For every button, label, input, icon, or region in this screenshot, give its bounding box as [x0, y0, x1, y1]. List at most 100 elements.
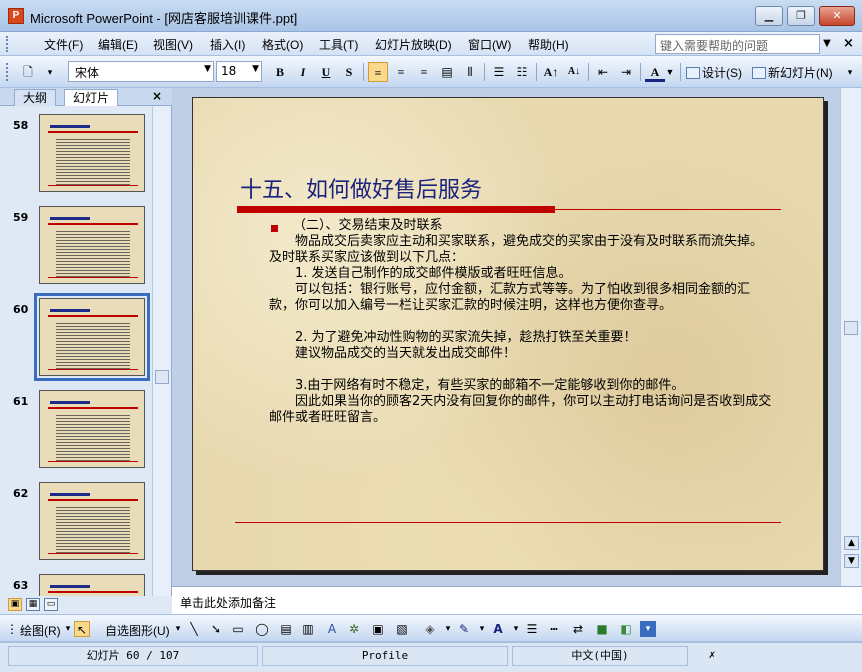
thumbnail-scrollbar[interactable] — [152, 106, 171, 614]
menu-file[interactable]: 文件(F) — [44, 36, 83, 53]
close-document-button[interactable]: × — [843, 36, 854, 51]
slide-body-text[interactable]: （二）、交易结束及时联系 物品成交后卖家应主动和买家联系，避免成交的买家由于没有… — [269, 218, 774, 426]
menu-insert[interactable]: 插入(I) — [210, 36, 245, 53]
next-slide-icon[interactable]: ▼ — [844, 554, 859, 568]
tab-outline[interactable]: 大纲 — [14, 89, 57, 106]
textbox-icon[interactable]: ▤ — [278, 621, 294, 637]
slide-thumbnail[interactable] — [39, 482, 145, 560]
decrease-font-icon[interactable]: A↓ — [564, 62, 584, 82]
italic-button[interactable]: I — [293, 62, 313, 82]
chevron-down-icon[interactable]: ▾ — [170, 621, 186, 637]
view-buttons: ▣ ▦ ▭ — [0, 596, 172, 614]
bullets-icon[interactable]: ☷ — [512, 62, 532, 82]
slide-number: 59 — [13, 211, 29, 224]
slide-sorter-icon[interactable]: ▦ — [26, 598, 40, 611]
slide-thumbnail[interactable] — [39, 114, 145, 192]
slide-title[interactable]: 十五、如何做好售后服务 — [240, 172, 482, 204]
menu-slideshow[interactable]: 幻灯片放映(D) — [375, 36, 452, 53]
design-label: 设计(S) — [702, 66, 742, 80]
autoshapes-button[interactable]: 自选图形(U) — [105, 622, 170, 639]
draw-menu-button[interactable]: 绘图(R) — [20, 622, 61, 639]
align-center-icon[interactable]: ≡ — [391, 62, 411, 82]
font-size-select[interactable]: 18 ▼ — [216, 61, 262, 82]
menu-format[interactable]: 格式(O) — [262, 36, 303, 53]
current-slide[interactable]: 十五、如何做好售后服务 （二）、交易结束及时联系 物品成交后卖家应主动和买家联系… — [192, 97, 824, 571]
vertical-text-icon[interactable]: ⫴ — [460, 62, 480, 82]
line-style-icon[interactable]: ☰ — [524, 621, 540, 637]
align-left-icon[interactable]: ≡ — [368, 62, 388, 82]
menu-grip[interactable] — [6, 36, 10, 52]
diagram-icon[interactable]: ✲ — [346, 621, 362, 637]
align-right-icon[interactable]: ≡ — [414, 62, 434, 82]
menu-tools[interactable]: 工具(T) — [319, 36, 358, 53]
minimize-button[interactable]: ▁ — [755, 6, 783, 26]
restore-button[interactable]: ❐ — [787, 6, 815, 26]
3d-style-icon[interactable]: ◧ — [618, 621, 634, 637]
menu-window[interactable]: 窗口(W) — [468, 36, 511, 53]
shadow-button[interactable]: S — [339, 62, 359, 82]
slide-number: 58 — [13, 119, 29, 132]
underline-button[interactable]: U — [316, 62, 336, 82]
increase-font-icon[interactable]: A↑ — [541, 62, 561, 82]
bold-button[interactable]: B — [270, 62, 290, 82]
scrollbar-thumb[interactable] — [844, 321, 858, 335]
slide-thumbnail[interactable] — [39, 206, 145, 284]
chevron-down-icon[interactable]: ▾ — [508, 621, 524, 637]
font-name-select[interactable]: 宋体 ▼ — [68, 61, 214, 82]
toolbar-options-icon[interactable]: ▾ — [640, 621, 656, 637]
toolbar-grip[interactable]: ⋮ — [4, 621, 20, 637]
new-document-icon[interactable]: 🗋 — [18, 62, 38, 82]
design-template-name: Profile — [262, 646, 508, 666]
oval-icon[interactable]: ◯ — [254, 621, 270, 637]
line-color-icon[interactable]: ✎ — [456, 621, 472, 637]
tab-slides[interactable]: 幻灯片 — [64, 89, 119, 106]
decrease-indent-icon[interactable]: ⇤ — [593, 62, 613, 82]
toolbar-grip[interactable] — [6, 63, 10, 81]
clipart-icon[interactable]: ▣ — [370, 621, 386, 637]
slide-scrollbar[interactable]: ▲ ▼ — [840, 88, 861, 586]
numbering-icon[interactable]: ☰ — [489, 62, 509, 82]
wordart-icon[interactable]: A — [324, 621, 340, 637]
slide-paragraph: 2. 为了避免冲动性购物的买家流失掉，趁热打铁至关重要！ — [269, 330, 637, 345]
previous-slide-icon[interactable]: ▲ — [844, 536, 859, 550]
slide-number: 61 — [13, 395, 29, 408]
scrollbar-thumb[interactable] — [155, 370, 169, 384]
slide-thumbnail-selected[interactable] — [34, 293, 150, 381]
picture-icon[interactable]: ▧ — [394, 621, 410, 637]
arrow-style-icon[interactable]: ⇄ — [570, 621, 586, 637]
dash-style-icon[interactable]: ┅ — [546, 621, 562, 637]
spelling-status-icon[interactable]: ✗ — [692, 646, 732, 666]
arrow-icon[interactable]: ➘ — [208, 621, 224, 637]
design-button[interactable]: 设计(S) — [686, 64, 742, 81]
font-color-icon[interactable]: A — [490, 621, 506, 637]
justify-icon[interactable]: ▤ — [437, 62, 457, 82]
close-button[interactable]: ✕ — [819, 6, 855, 26]
vertical-textbox-icon[interactable]: ▥ — [300, 621, 316, 637]
pane-close-button[interactable]: × — [152, 89, 162, 103]
chevron-down-icon[interactable]: ▾ — [440, 621, 456, 637]
slideshow-icon[interactable]: ▭ — [44, 598, 58, 611]
menu-help[interactable]: 帮助(H) — [528, 36, 569, 53]
toolbar-options-icon[interactable]: ▾ — [40, 62, 60, 82]
slide-thumbnail[interactable] — [39, 390, 145, 468]
chevron-down-icon[interactable]: ▼ — [820, 34, 834, 54]
font-color-icon[interactable]: A — [645, 62, 665, 82]
chevron-down-icon[interactable]: ▼ — [665, 62, 675, 82]
font-size-value: 18 — [221, 64, 237, 78]
shadow-style-icon[interactable]: ■ — [594, 621, 610, 637]
notes-pane[interactable]: 单击此处添加备注 — [172, 586, 862, 614]
select-pointer-icon[interactable]: ↖ — [74, 621, 90, 637]
menu-view[interactable]: 视图(V) — [153, 36, 193, 53]
toolbar-options-icon[interactable]: ▾ — [840, 62, 860, 82]
rectangle-icon[interactable]: ▭ — [230, 621, 246, 637]
line-icon[interactable]: ╲ — [186, 621, 202, 637]
menu-edit[interactable]: 编辑(E) — [98, 36, 138, 53]
pane-tabs: 大纲 幻灯片 × — [0, 88, 172, 106]
fill-color-icon[interactable]: ◈ — [422, 621, 438, 637]
chevron-down-icon[interactable]: ▾ — [474, 621, 490, 637]
normal-view-icon[interactable]: ▣ — [8, 598, 22, 611]
help-search-input[interactable]: 键入需要帮助的问题 — [655, 34, 820, 54]
powerpoint-icon[interactable]: P — [8, 8, 24, 24]
increase-indent-icon[interactable]: ⇥ — [616, 62, 636, 82]
new-slide-button[interactable]: 新幻灯片(N) — [752, 64, 833, 81]
